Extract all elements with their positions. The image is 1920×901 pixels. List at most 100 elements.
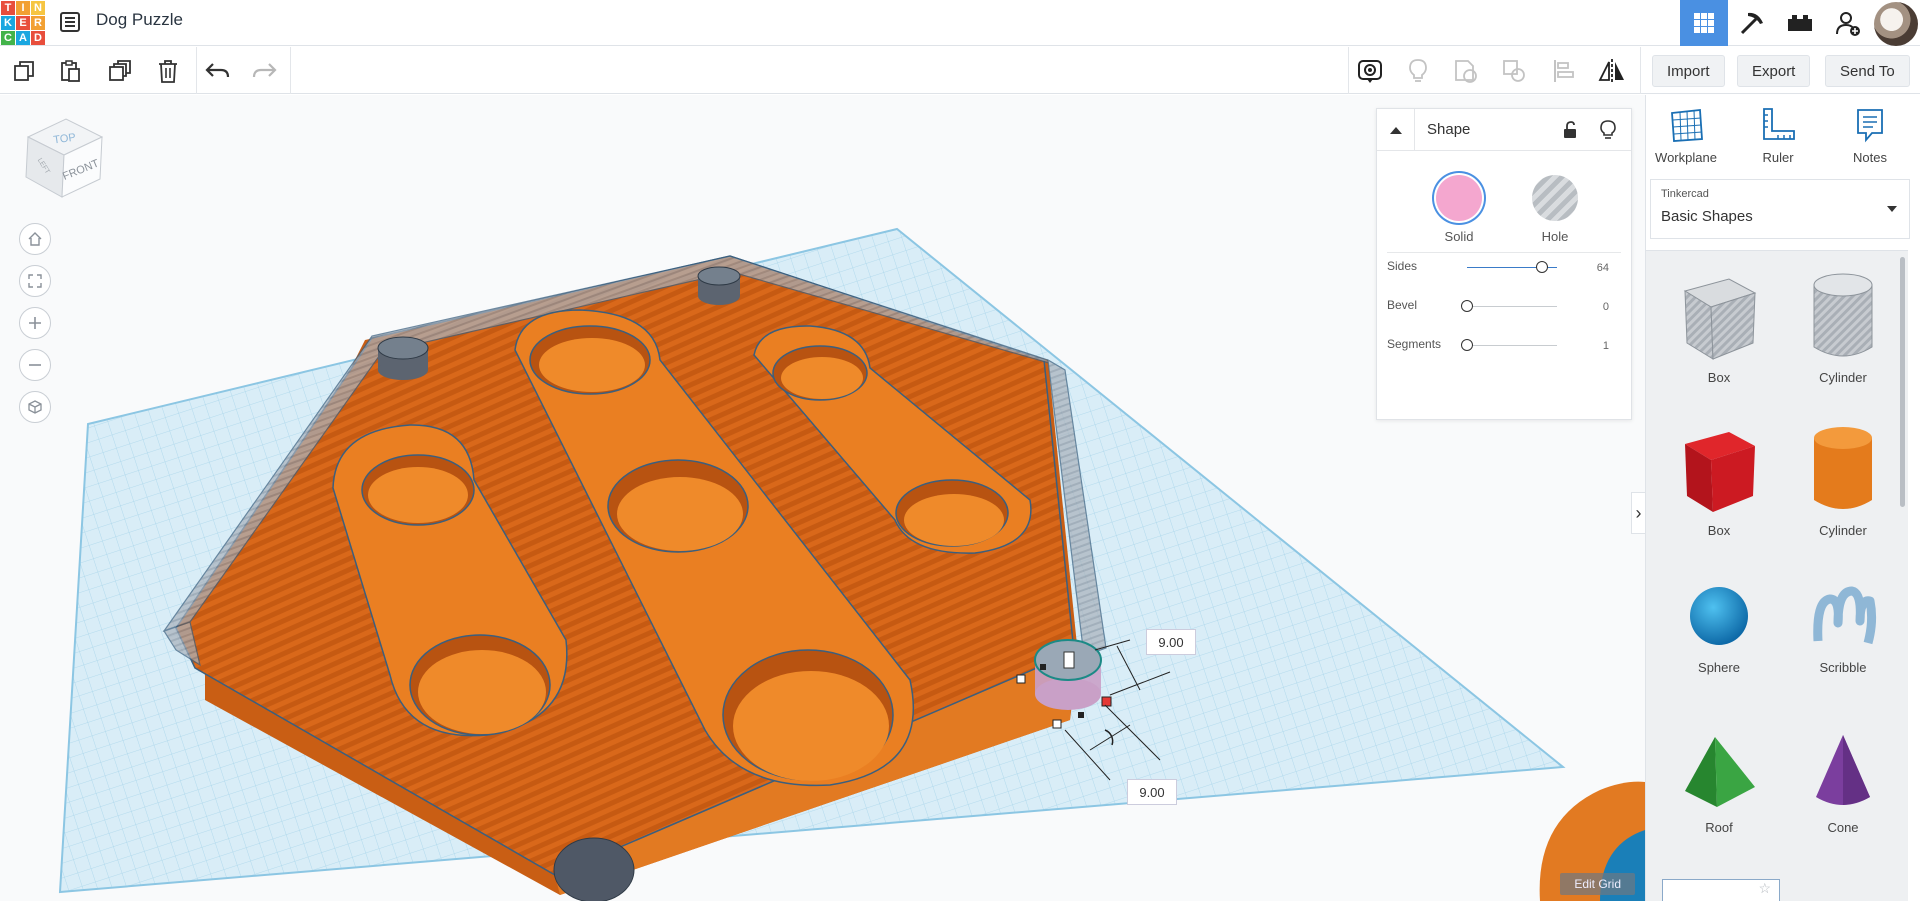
property-slider-track[interactable] <box>1467 345 1557 346</box>
align-button[interactable] <box>1548 55 1580 87</box>
view-cube[interactable]: TOP FRONT LEFT <box>22 115 106 201</box>
lightbulb-icon <box>1409 59 1427 82</box>
property-slider-knob[interactable] <box>1461 339 1473 351</box>
shape-scribble[interactable]: Scribble <box>1788 581 1898 675</box>
logo-letter: E <box>16 16 30 30</box>
notes-tool[interactable]: Notes <box>1830 107 1910 165</box>
3d-viewport[interactable]: TOP FRONT LEFT 9.00 9.00 Shape Solid Hol… <box>0 95 1645 901</box>
align-icon <box>1554 60 1574 82</box>
next-shape-card[interactable]: ☆ <box>1662 879 1780 901</box>
logo-letter: K <box>1 16 15 30</box>
copy-icon <box>14 61 34 81</box>
visibility-bulb-icon[interactable] <box>1599 120 1617 140</box>
cylinder-hole-icon <box>1813 273 1873 357</box>
peg-bottom[interactable] <box>553 837 635 901</box>
redo-button[interactable] <box>248 55 280 87</box>
shape-cylinder-hole[interactable]: Cylinder <box>1788 271 1898 385</box>
shape-box[interactable]: Box <box>1664 424 1774 538</box>
property-value[interactable]: 64 <box>1597 262 1609 274</box>
fit-view-icon <box>28 274 42 288</box>
logo-letter: C <box>1 31 15 45</box>
ruler-tool[interactable]: Ruler <box>1738 107 1818 165</box>
hole-swatch[interactable] <box>1532 175 1578 221</box>
solid-label: Solid <box>1444 229 1474 244</box>
send-to-button[interactable]: Send To <box>1825 55 1910 87</box>
perspective-button[interactable] <box>19 391 51 423</box>
codeblocks-button[interactable] <box>1728 0 1776 46</box>
perspective-icon <box>28 400 42 414</box>
user-avatar-button[interactable] <box>1872 0 1920 46</box>
delete-button[interactable] <box>152 55 184 87</box>
inspector-title: Shape <box>1427 121 1471 138</box>
hole-label: Hole <box>1541 229 1569 244</box>
shape-library: Box Cylinder Box Cylinder Sphere Scribbl… <box>1646 250 1908 901</box>
shape-cylinder[interactable]: Cylinder <box>1788 424 1898 538</box>
peg-top-left[interactable] <box>377 336 429 380</box>
lock-icon[interactable] <box>1561 121 1579 139</box>
shape-cone[interactable]: Cone <box>1788 731 1898 835</box>
shape-box-hole[interactable]: Box <box>1664 271 1774 385</box>
dimension-depth-label[interactable]: 9.00 <box>1127 779 1177 805</box>
edit-grid-button[interactable]: Edit Grid <box>1560 873 1635 895</box>
property-label: Sides <box>1387 259 1418 273</box>
fit-view-button[interactable] <box>19 265 51 297</box>
paste-button[interactable] <box>54 55 86 87</box>
logo-letter: I <box>16 1 30 15</box>
zoom-in-button[interactable] <box>19 307 51 339</box>
property-slider-knob[interactable] <box>1535 261 1548 273</box>
solid-color-swatch[interactable] <box>1436 175 1482 221</box>
ungroup-button[interactable] <box>1498 55 1530 87</box>
roof-icon <box>1685 737 1755 807</box>
grid-view-icon <box>1694 13 1714 33</box>
inspector-collapse-button[interactable] <box>1377 109 1415 151</box>
workplane-tool[interactable]: Workplane <box>1646 107 1726 165</box>
mirror-button[interactable] <box>1596 55 1628 87</box>
solid-option[interactable]: Solid <box>1429 175 1489 244</box>
panel-collapse-button[interactable]: › <box>1631 492 1645 534</box>
property-value[interactable]: 1 <box>1603 340 1609 352</box>
notes-icon <box>1857 109 1883 143</box>
tinkercad-logo[interactable]: TIN KER CAD <box>1 1 45 45</box>
logo-letter: A <box>16 31 30 45</box>
undo-button[interactable] <box>202 55 234 87</box>
duplicate-button[interactable] <box>104 55 136 87</box>
group-icon <box>1455 60 1477 83</box>
property-value[interactable]: 0 <box>1603 301 1609 313</box>
selected-cylinder[interactable] <box>1034 639 1102 710</box>
property-slider-track[interactable] <box>1467 306 1557 307</box>
shape-label: Cone <box>1827 820 1859 835</box>
star-icon[interactable]: ☆ <box>1758 880 1771 897</box>
document-title[interactable]: Dog Puzzle <box>96 10 183 30</box>
chevron-up-icon <box>1389 127 1402 134</box>
shape-sphere[interactable]: Sphere <box>1664 581 1774 675</box>
design-list-icon[interactable] <box>58 10 82 34</box>
invite-user-button[interactable] <box>1824 0 1872 46</box>
home-view-button[interactable] <box>19 223 51 255</box>
scribble-icon <box>1813 586 1877 645</box>
shape-label: Sphere <box>1698 660 1740 675</box>
bricks-button[interactable] <box>1776 0 1824 46</box>
notes-visibility-button[interactable] <box>1354 55 1386 87</box>
group-button[interactable] <box>1450 55 1482 87</box>
library-name: Basic Shapes <box>1661 208 1753 225</box>
hole-option[interactable]: Hole <box>1525 175 1585 244</box>
dimension-width-label[interactable]: 9.00 <box>1146 629 1196 655</box>
mirror-icon <box>1598 59 1624 83</box>
import-button[interactable]: Import <box>1652 55 1725 87</box>
shape-label: Cylinder <box>1819 370 1867 385</box>
property-label: Segments <box>1387 337 1442 351</box>
peg-top-middle[interactable] <box>697 266 741 305</box>
copy-button[interactable] <box>8 55 40 87</box>
shape-library-dropdown[interactable]: Tinkercad Basic Shapes <box>1650 179 1910 239</box>
chevron-down-icon <box>1887 206 1897 212</box>
zoom-out-button[interactable] <box>19 349 51 381</box>
home-icon <box>28 232 42 246</box>
shape-roof[interactable]: Roof <box>1664 731 1774 835</box>
shape-library-scrollbar[interactable] <box>1900 257 1905 507</box>
ungroup-icon <box>1503 60 1525 82</box>
export-button[interactable]: Export <box>1737 55 1811 87</box>
property-slider-knob[interactable] <box>1461 300 1473 312</box>
grid-view-button[interactable] <box>1680 0 1728 46</box>
lightbulb-button[interactable] <box>1402 55 1434 87</box>
shape-label: Roof <box>1705 820 1733 835</box>
